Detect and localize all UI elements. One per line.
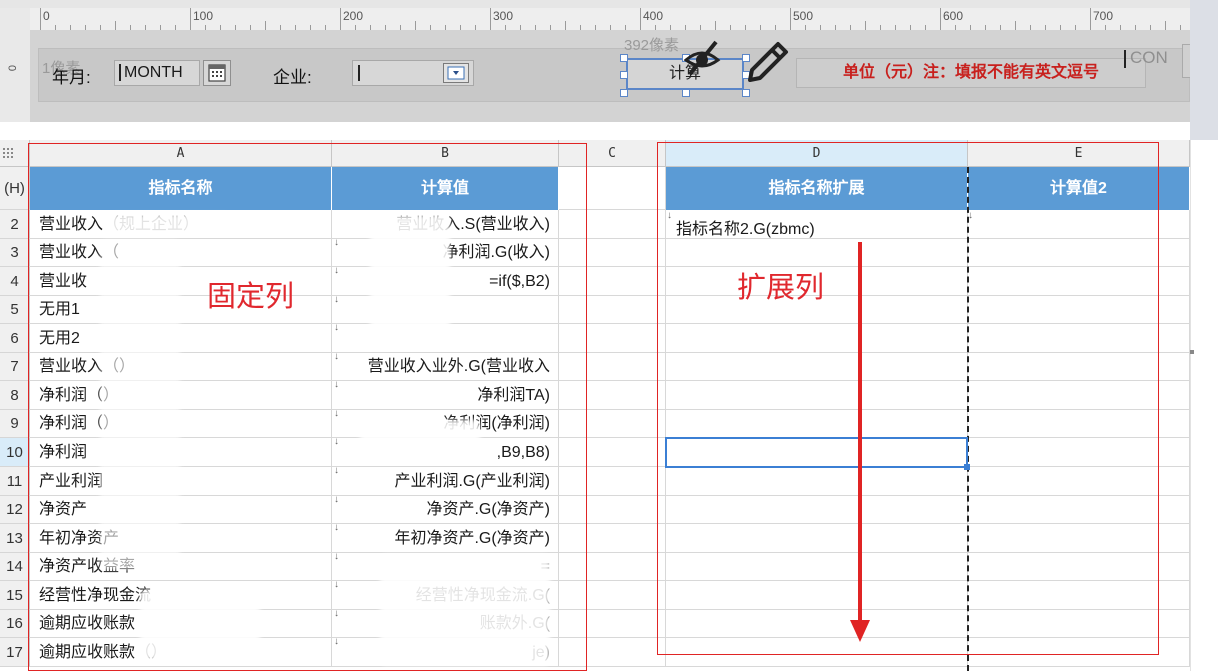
row-header[interactable]: 8 [0,381,30,410]
row-header[interactable]: 15 [0,581,30,610]
horizontal-ruler: 0 100 200 300 400 500 600 700 [30,8,1190,31]
row-header-h[interactable]: (H) [0,167,30,210]
ruler-tick [1165,21,1166,30]
row-header[interactable]: 13 [0,524,30,553]
ruler-tick [940,8,941,30]
row-header[interactable]: 16 [0,610,30,638]
row-header[interactable]: 5 [0,296,30,324]
ruler-tick [265,21,266,30]
row-header[interactable]: 6 [0,324,30,353]
calendar-icon[interactable] [203,60,231,86]
ruler-tick [790,8,791,30]
ruler-number: 200 [343,9,364,23]
con-label: CON [1130,48,1168,67]
row-header[interactable]: 9 [0,410,30,438]
ruler-tick [715,21,716,30]
unit-note-text: 单位（元）注：填报不能有英文逗号 [842,64,1099,81]
ruler-number: 400 [643,9,664,23]
ruler-number: 600 [943,9,964,23]
row-header[interactable]: 17 [0,638,30,667]
sheet-gap [0,122,1190,140]
ruler-tick [115,21,116,30]
ruler-number: 300 [493,9,514,23]
vertical-ruler: 0 [0,30,31,122]
ruler-tick [40,8,41,30]
company-label: 企业: [273,68,312,87]
pencil-icon[interactable] [742,40,792,91]
row-header[interactable]: 3 [0,239,30,267]
splitter-dot[interactable] [1190,350,1194,354]
fixed-column-frame [28,143,587,671]
ruler-number: 0 [43,9,50,23]
position-hint-calc: 392像素 [624,37,680,54]
ruler-tick [1090,8,1091,30]
resize-handle[interactable] [620,89,628,97]
row-header[interactable]: 7 [0,353,30,381]
ruler-tick [865,21,866,30]
expand-column-annotation: 扩展列 [737,272,825,304]
con-marker [1124,50,1126,68]
ruler-corner [0,8,31,30]
year-month-value: MONTH [119,64,183,81]
resize-handle[interactable] [620,54,628,62]
eye-slash-icon[interactable] [682,38,722,83]
row-header[interactable]: 12 [0,496,30,524]
ruler-tick [415,21,416,30]
ruler-tick [640,8,641,30]
ruler-tick [340,8,341,30]
row-header[interactable]: 4 [0,267,30,296]
company-select[interactable] [352,60,474,86]
ruler-tick [190,8,191,30]
ruler-tick [1015,21,1016,30]
year-month-input[interactable]: MONTH [114,60,200,86]
down-arrow-annotation [850,242,870,642]
row-header[interactable]: 2 [0,210,30,239]
row-header[interactable]: 11 [0,467,30,496]
dropdown-icon[interactable] [443,63,469,83]
unit-note-label: 单位（元）注：填报不能有英文逗号 [796,58,1146,88]
ruler-number: 100 [193,9,214,23]
ruler-number: 500 [793,9,814,23]
right-scroll-area[interactable] [1190,140,1218,671]
row-header[interactable]: 10 [0,438,30,467]
ruler-tick [490,8,491,30]
select-all-corner[interactable] [0,140,30,167]
ruler-tick [565,21,566,30]
fixed-column-annotation: 固定列 [207,281,295,313]
resize-handle[interactable] [620,71,628,79]
expand-column-frame [657,142,1159,655]
resize-handle[interactable] [682,89,690,97]
vertical-ruler-zero: 0 [7,64,20,72]
ruler-number: 700 [1093,9,1114,23]
text-cursor [358,65,360,81]
row-header[interactable]: 14 [0,553,30,581]
year-month-label: 年月: [52,68,91,87]
